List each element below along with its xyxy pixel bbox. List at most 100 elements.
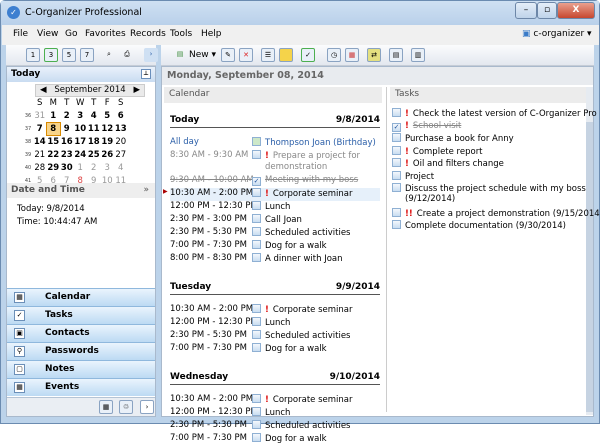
calendar-day[interactable]: 8 (45, 122, 61, 136)
event-row[interactable]: 2:30 PM - 3:00 PM Call Joan (170, 214, 380, 227)
calendar-day[interactable]: 30 (60, 162, 74, 174)
calendar-day[interactable]: 31 (33, 110, 47, 122)
calendar-day[interactable]: 19 (101, 136, 115, 148)
event-row[interactable]: 2:30 PM - 5:30 PM Scheduled activities (170, 227, 380, 240)
checkbox[interactable] (392, 145, 401, 155)
checkbox[interactable] (252, 150, 261, 159)
recycle-bin-icon[interactable]: ♲ (119, 400, 133, 414)
calendar-day[interactable]: 7 (33, 123, 47, 135)
export-icon[interactable]: ▤ (389, 48, 403, 62)
maximize-button[interactable]: ▫ (537, 2, 557, 19)
calendar-day[interactable]: 6 (114, 110, 128, 122)
calendar-day[interactable]: 25 (87, 149, 101, 161)
menu-view[interactable]: View (37, 29, 58, 39)
close-button[interactable]: X (557, 2, 595, 19)
calendar-day[interactable]: 4 (87, 110, 101, 122)
task-row[interactable]: Discuss the project schedule with my bos… (392, 183, 586, 204)
calendar-day[interactable]: 9 (60, 123, 74, 135)
event-row[interactable]: 12:00 PM - 12:30 PM Lunch (170, 407, 380, 420)
calendar-day[interactable]: 23 (60, 149, 74, 161)
scrollbar[interactable] (586, 87, 593, 415)
nav-notes-button[interactable]: ▢ Notes (7, 360, 155, 378)
checkbox[interactable] (392, 220, 401, 229)
calendar-day[interactable]: 10 (74, 123, 88, 135)
checkbox[interactable] (252, 240, 261, 249)
event-row[interactable]: 8:30 AM - 9:30 AM! Prepare a project for d… (170, 150, 380, 172)
task-row[interactable]: ! Oil and filters change (392, 158, 504, 169)
calendar-day[interactable]: 3 (101, 162, 115, 174)
calendar-day[interactable]: 29 (47, 162, 61, 174)
calendar-day[interactable]: 5 (101, 110, 115, 122)
event-row[interactable]: 10:30 AM - 2:00 PM! Corporate seminar (170, 304, 380, 317)
collapse-icon[interactable]: » (143, 185, 149, 195)
prev-month-icon[interactable]: ◀ (40, 85, 47, 96)
event-row[interactable]: 2:30 PM - 5:30 PM Scheduled activities (170, 420, 380, 433)
menu-favorites[interactable]: Favorites (85, 29, 126, 39)
checkbox[interactable] (252, 420, 261, 429)
calendar-shortcut-icon[interactable]: ▦ (99, 400, 113, 414)
calendar-day[interactable]: 12 (101, 123, 115, 135)
delete-icon[interactable]: ✕ (239, 48, 253, 62)
event-row[interactable]: All day Thompson Joan (Birthday) (170, 137, 380, 150)
calendar-day[interactable]: 26 (101, 149, 115, 161)
calendar-day[interactable]: 1 (47, 110, 61, 122)
month-view-icon[interactable]: 7 (80, 48, 94, 62)
print-icon[interactable]: ⎙ (120, 48, 134, 62)
chevron-right-icon[interactable]: › (140, 400, 154, 414)
menu-help[interactable]: Help (201, 29, 222, 39)
checkbox[interactable] (252, 343, 261, 352)
task-row[interactable]: !! Create a project demonstration (9/15/2… (392, 207, 600, 219)
calendar-day[interactable]: 24 (74, 149, 88, 161)
calendar-day[interactable]: 27 (114, 149, 128, 161)
day-view-icon[interactable]: 1 (26, 48, 40, 62)
event-row[interactable]: 7:00 PM - 7:30 PM Dog for a walk (170, 433, 380, 446)
checkbox[interactable] (252, 317, 261, 326)
checkbox[interactable] (252, 394, 261, 403)
checkbox[interactable] (252, 188, 261, 197)
calendar-day[interactable]: 2 (87, 162, 101, 174)
calendar-day[interactable]: 17 (74, 136, 88, 148)
calendar-day[interactable]: 3 (74, 110, 88, 122)
nav-calendar-button[interactable]: ▦ Calendar (7, 288, 155, 306)
event-row[interactable]: 8:00 PM - 8:30 PM A dinner with Joan (170, 253, 380, 266)
task-row[interactable]: ✓! School visit (392, 121, 461, 132)
sync-icon[interactable]: ⇄ (367, 48, 381, 62)
workweek-view-icon[interactable]: 3 (44, 48, 58, 62)
nav-passwords-button[interactable]: ⚲ Passwords (7, 342, 155, 360)
calendar-day[interactable]: 15 (47, 136, 61, 148)
checkbox[interactable] (252, 407, 261, 416)
event-row[interactable]: 2:30 PM - 5:30 PM Scheduled activities (170, 330, 380, 343)
reminder-icon[interactable]: ◷ (327, 48, 341, 62)
checkbox[interactable] (252, 227, 261, 236)
minimize-button[interactable]: – (515, 2, 537, 19)
checkbox[interactable] (392, 170, 401, 180)
nav-contacts-button[interactable]: ▣ Contacts (7, 324, 155, 342)
event-row[interactable]: 7:00 PM - 7:30 PM Dog for a walk (170, 343, 380, 356)
calendar-day[interactable]: 18 (87, 136, 101, 148)
checkbox[interactable] (252, 304, 261, 313)
task-row[interactable]: Project (392, 170, 434, 182)
checkbox[interactable] (392, 158, 401, 167)
calendar-day[interactable]: 20 (114, 136, 128, 148)
note-icon[interactable] (279, 48, 293, 62)
chevron-right-icon[interactable]: › (144, 48, 158, 62)
task-row[interactable]: Complete documentation (9/30/2014) (392, 220, 566, 231)
event-row[interactable]: 12:00 PM - 12:30 PM Lunch (170, 317, 380, 330)
search-icon[interactable]: ⌕ (102, 48, 116, 62)
task-row[interactable]: ! Complete report (392, 145, 483, 157)
layout-icon[interactable]: ▥ (411, 48, 425, 62)
pin-icon[interactable]: ⊥ (141, 69, 151, 79)
profile-selector[interactable]: ▣ c-organizer ▾ (522, 29, 592, 39)
task-row[interactable]: Purchase a book for Anny (392, 133, 514, 144)
event-row[interactable]: 10:30 AM - 2:00 PM! Corporate seminar (170, 394, 380, 407)
menu-tools[interactable]: Tools (170, 29, 192, 39)
week-view-icon[interactable]: 5 (62, 48, 76, 62)
calendar-day[interactable]: 11 (87, 123, 101, 135)
checkbox[interactable]: ✓ (392, 122, 401, 132)
calendar-day[interactable]: 16 (60, 136, 74, 148)
new-record-icon[interactable]: ▤ (173, 48, 187, 62)
checkbox[interactable] (252, 201, 261, 210)
nav-events-button[interactable]: ▦ Events (7, 378, 155, 396)
event-row[interactable]: 7:00 PM - 7:30 PM Dog for a walk (170, 240, 380, 253)
calendar-day[interactable]: 14 (33, 136, 47, 148)
